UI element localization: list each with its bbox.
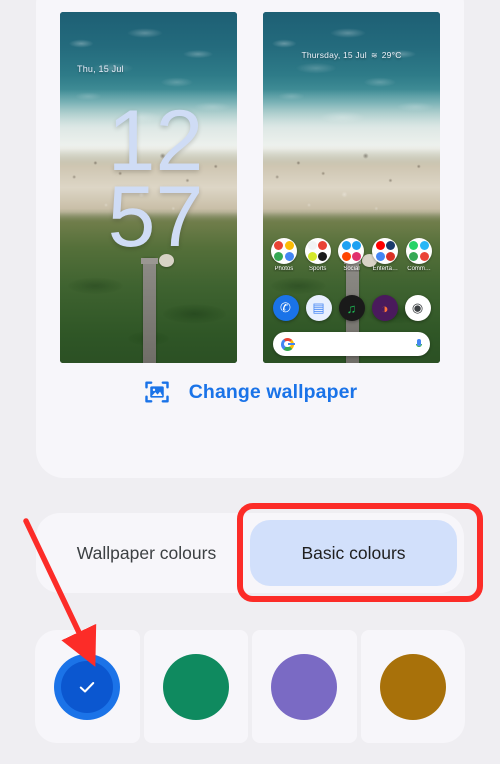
app-folder-label: Comm…	[407, 266, 431, 272]
folder-mini-icon	[307, 251, 317, 261]
green-swatch-cell[interactable]	[143, 630, 248, 743]
app-folder-label: Enterta…	[372, 266, 398, 272]
tab-wallpaper-colours[interactable]: Wallpaper colours	[43, 520, 250, 586]
folder-mini-icon	[318, 251, 328, 261]
home-screen-preview[interactable]: Thursday, 15 Jul ≋ 29°C Photos Sports Soci…	[263, 12, 440, 363]
folder-mini-icon	[375, 251, 385, 261]
app-folder[interactable]: Enterta…	[369, 238, 401, 272]
app-folder-label: Sports	[309, 266, 327, 272]
app-folder[interactable]: Social	[335, 238, 367, 272]
home-screen-date: Thursday, 15 Jul	[301, 50, 367, 60]
phone-app-icon[interactable]: ✆	[272, 295, 299, 321]
purple-swatch[interactable]	[271, 653, 338, 720]
microphone-icon[interactable]	[416, 339, 422, 349]
tab-basic-colours-label: Basic colours	[301, 542, 406, 563]
app-folder[interactable]: Sports	[302, 238, 334, 272]
spotify-app-icon[interactable]: ♫	[338, 295, 365, 321]
folder-mini-icon	[409, 251, 419, 261]
tab-wallpaper-colours-label: Wallpaper colours	[76, 542, 217, 563]
home-screen-folder-row: Photos Sports Social Enterta… Comm…	[267, 238, 436, 272]
folder-mini-icon	[341, 251, 351, 261]
wallpaper-previews: Thu, 15 Jul 12 57 Thursday, 15 Jul ≋ 29°…	[60, 12, 440, 363]
folder-mini-icon	[274, 251, 284, 261]
check-icon	[80, 681, 95, 692]
image-frame-icon	[143, 378, 171, 406]
lock-screen-clock-minute: 57	[107, 168, 204, 265]
change-wallpaper-label: Change wallpaper	[188, 380, 358, 403]
amber-swatch[interactable]	[379, 653, 446, 720]
folder-mini-icon	[386, 241, 396, 251]
messages-app-icon[interactable]: ▤	[305, 295, 332, 321]
communication-folder-icon	[406, 238, 433, 264]
app-folder-label: Social	[343, 266, 360, 272]
app-folder-label: Photos	[274, 266, 294, 272]
folder-mini-icon	[284, 251, 294, 261]
lock-screen-preview[interactable]: Thu, 15 Jul 12 57	[60, 12, 237, 363]
change-wallpaper-button[interactable]: Change wallpaper	[36, 378, 464, 406]
folder-mini-icon	[318, 241, 328, 251]
lock-screen-date: Thu, 15 Jul	[77, 64, 124, 74]
folder-mini-icon	[274, 241, 284, 251]
folder-mini-icon	[375, 241, 385, 251]
blue-swatch-cell[interactable]	[35, 630, 140, 743]
lock-screen-clock: 12 57	[84, 98, 227, 265]
home-screen-dock: ✆ ▤ ♫ ◑ ◉	[269, 295, 434, 321]
wallpaper-preview-card: Thu, 15 Jul 12 57 Thursday, 15 Jul ≋ 29°…	[36, 0, 464, 478]
entertainment-folder-icon	[372, 238, 399, 264]
folder-mini-icon	[341, 241, 351, 251]
weather-icon: ≋	[370, 50, 378, 60]
app-folder[interactable]: Comm…	[403, 238, 435, 272]
pier-detail	[140, 257, 158, 363]
app-folder[interactable]: Photos	[268, 238, 300, 272]
folder-mini-icon	[352, 241, 362, 251]
purple-swatch-cell[interactable]	[252, 630, 357, 743]
firefox-app-icon[interactable]: ◑	[371, 295, 398, 321]
home-screen-temperature: 29°C	[381, 50, 402, 60]
google-search-bar[interactable]	[273, 332, 430, 356]
colour-swatch-row	[35, 630, 465, 743]
folder-mini-icon	[419, 241, 429, 251]
google-g-icon	[281, 337, 295, 351]
colour-source-tabs: Wallpaper colours Basic colours	[36, 513, 464, 593]
home-screen-status: Thursday, 15 Jul ≋ 29°C	[263, 50, 440, 60]
camera-app-icon[interactable]: ◉	[404, 295, 431, 321]
tab-basic-colours[interactable]: Basic colours	[250, 520, 457, 586]
folder-mini-icon	[352, 251, 362, 261]
amber-swatch-cell[interactable]	[360, 630, 465, 743]
folder-mini-icon	[284, 241, 294, 251]
folder-mini-icon	[307, 241, 317, 251]
folder-mini-icon	[419, 251, 429, 261]
sports-folder-icon	[304, 238, 331, 264]
social-folder-icon	[338, 238, 365, 264]
folder-mini-icon	[386, 251, 396, 261]
photos-folder-icon	[270, 238, 297, 264]
green-swatch[interactable]	[162, 653, 229, 720]
blue-swatch[interactable]	[54, 653, 121, 720]
folder-mini-icon	[409, 241, 419, 251]
